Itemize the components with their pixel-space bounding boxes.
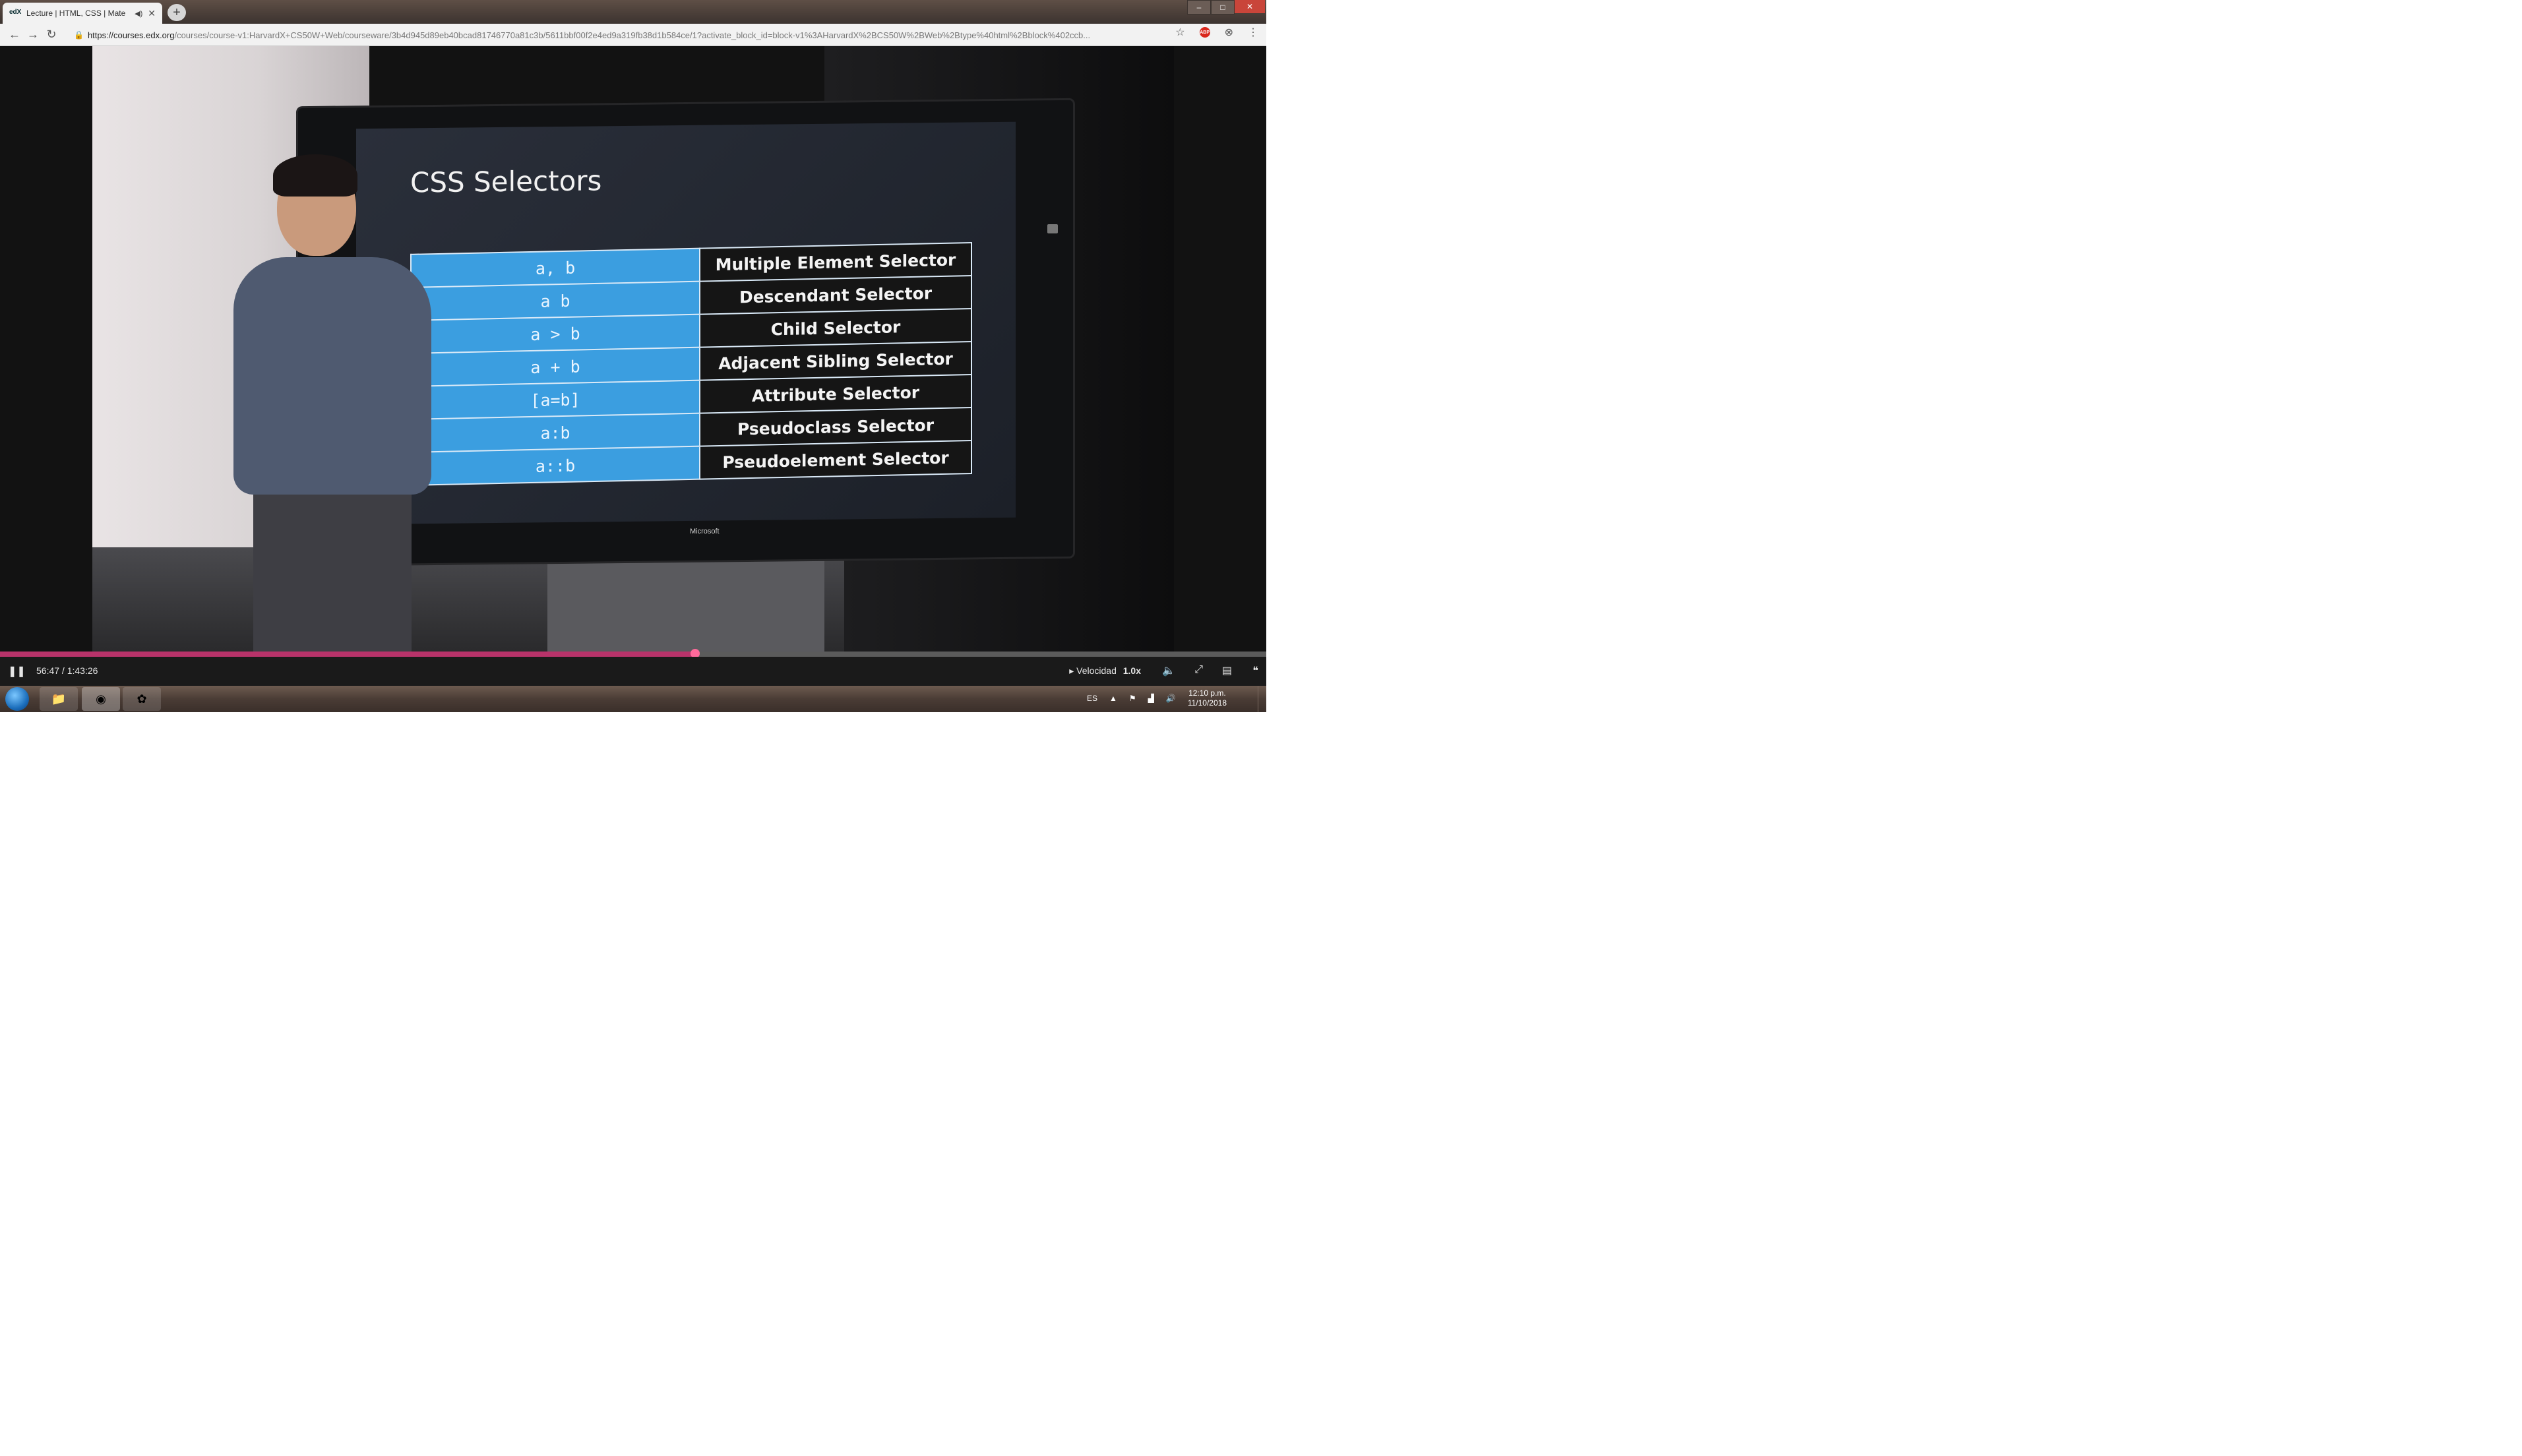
chrome-icon[interactable]: ◉ — [82, 687, 120, 711]
toolbar-right: ☆ ABP ⊗ ⋮ — [1175, 26, 1258, 39]
presenter — [218, 154, 468, 652]
file-explorer-icon[interactable]: 📁 — [40, 687, 78, 711]
system-tray: ES ▲ ⚑ ▟ 🔊 12:10 p.m. 11/10/2018 — [1087, 688, 1227, 708]
presenter-legs — [253, 488, 412, 652]
network-icon[interactable]: ▟ — [1148, 694, 1154, 703]
volume-tray-icon[interactable]: 🔊 — [1166, 694, 1176, 703]
adblock-icon[interactable]: ABP — [1199, 27, 1210, 38]
reload-icon[interactable]: ↻ — [42, 26, 61, 44]
speed-label: Velocidad — [1076, 665, 1117, 676]
video-progress-bar[interactable] — [0, 649, 1266, 658]
volume-icon[interactable]: 🔈 — [1162, 664, 1175, 677]
tv-brand-label: Microsoft — [690, 528, 720, 535]
window-controls: – □ ✕ — [1187, 0, 1265, 15]
url-path: /courses/course-v1:HarvardX+CS50W+Web/co… — [174, 30, 1091, 40]
close-window-button[interactable]: ✕ — [1235, 0, 1265, 13]
captions-icon[interactable]: ❝ — [1252, 664, 1258, 677]
close-tab-icon[interactable]: ✕ — [148, 8, 156, 19]
progress-fill — [0, 652, 696, 657]
fullscreen-icon[interactable]: ⤢ — [1194, 664, 1203, 676]
presenter-hair — [273, 154, 357, 197]
tab-title: Lecture | HTML, CSS | Mate — [26, 9, 126, 18]
clock[interactable]: 12:10 p.m. 11/10/2018 — [1188, 688, 1227, 708]
minimize-button[interactable]: – — [1187, 0, 1211, 15]
edx-favicon-icon: edX — [9, 9, 22, 16]
maximize-button[interactable]: □ — [1211, 0, 1235, 15]
extension-icon[interactable]: ⊗ — [1225, 26, 1233, 39]
lock-icon: 🔒 — [74, 30, 84, 40]
selector-name: Adjacent Sibling Selector — [700, 342, 971, 380]
clock-time: 12:10 p.m. — [1188, 688, 1226, 698]
flag-icon[interactable]: ⚑ — [1129, 694, 1136, 703]
bookmark-star-icon[interactable]: ☆ — [1175, 26, 1184, 39]
taskbar: 📁 ◉ ✿ ES ▲ ⚑ ▟ 🔊 12:10 p.m. 11/10/2018 — [0, 686, 1266, 712]
clock-date: 11/10/2018 — [1187, 698, 1227, 708]
start-button[interactable] — [5, 687, 29, 711]
video-frame[interactable]: CSS Selectors a, b Multiple Element Selec… — [0, 46, 1266, 652]
selector-table: a, b Multiple Element Selector a b Descenda… — [410, 242, 972, 486]
show-desktop-button[interactable] — [1258, 686, 1266, 712]
new-tab-button[interactable]: + — [168, 4, 186, 21]
app-icon[interactable]: ✿ — [123, 687, 161, 711]
url-host: https://courses.edx.org — [87, 30, 175, 40]
screen: edX Lecture | HTML, CSS | Mate ◀) ✕ + – … — [0, 0, 1266, 712]
speed-value: 1.0x — [1123, 665, 1141, 676]
presenter-body — [233, 257, 431, 495]
browser-toolbar: ← → ↻ 🔒 https://courses.edx.org/courses/… — [0, 24, 1266, 46]
camera-icon — [1047, 224, 1058, 233]
tv-stand — [547, 546, 824, 652]
tab-strip: edX Lecture | HTML, CSS | Mate ◀) ✕ + – … — [0, 0, 1266, 24]
menu-icon[interactable]: ⋮ — [1248, 26, 1258, 39]
selector-name: Attribute Selector — [700, 375, 971, 413]
pause-icon[interactable]: ❚❚ — [8, 665, 26, 678]
selector-name: Pseudoclass Selector — [700, 408, 971, 446]
tray-arrow-icon[interactable]: ▲ — [1109, 694, 1117, 703]
selector-name: Child Selector — [700, 309, 971, 348]
back-arrow-icon[interactable]: ← — [5, 26, 24, 44]
selector-name: Pseudoelement Selector — [700, 440, 971, 479]
language-indicator[interactable]: ES — [1087, 694, 1097, 703]
browser-tab[interactable]: edX Lecture | HTML, CSS | Mate ◀) ✕ — [3, 3, 162, 24]
forward-arrow-icon[interactable]: → — [24, 26, 42, 44]
time-display: 56:47 / 1:43:26 — [36, 665, 98, 676]
video-controls: ❚❚ 56:47 / 1:43:26 ▸ Velocidad 1.0x 🔈 ⤢ … — [0, 657, 1266, 686]
transcript-icon[interactable]: ▤ — [1222, 664, 1232, 677]
selector-name: Multiple Element Selector — [700, 243, 971, 282]
selector-name: Descendant Selector — [700, 276, 971, 315]
speed-control[interactable]: ▸ Velocidad 1.0x — [1069, 665, 1141, 677]
speed-arrow-icon: ▸ — [1069, 665, 1074, 676]
speaker-icon[interactable]: ◀) — [135, 9, 142, 18]
address-bar[interactable]: 🔒 https://courses.edx.org/courses/course… — [74, 27, 1134, 43]
